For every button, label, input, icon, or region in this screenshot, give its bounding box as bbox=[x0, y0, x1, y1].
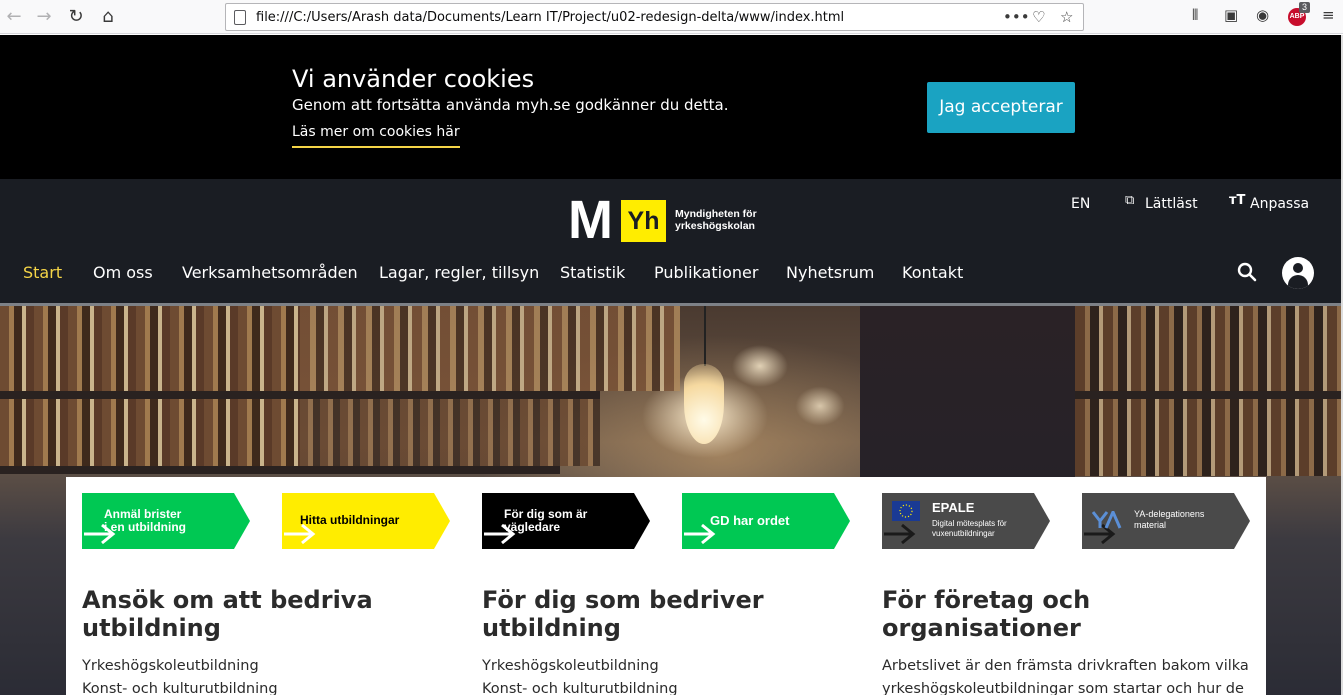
account-icon[interactable] bbox=[1282, 257, 1314, 289]
section-link[interactable]: Yrkeshögskoleutbildning bbox=[82, 658, 259, 674]
section-link[interactable]: Konst- och kulturutbildning bbox=[82, 681, 278, 695]
nav-publikationer[interactable]: Publikationer bbox=[654, 263, 758, 282]
nav-nyhetsrum[interactable]: Nyhetsrum bbox=[786, 263, 874, 282]
tile-label-line2: vägledare bbox=[504, 520, 561, 534]
shelf bbox=[0, 391, 600, 399]
account-toolbar-icon[interactable]: ◉ bbox=[1256, 6, 1269, 24]
bookshelf-middle-lower bbox=[300, 399, 600, 466]
section-link[interactable]: Konst- och kulturutbildning bbox=[482, 681, 678, 695]
tile-epale-subtitle-line2: vuxenutbildningar bbox=[932, 529, 995, 538]
home-icon[interactable]: ⌂ bbox=[96, 6, 120, 28]
nav-start[interactable]: Start bbox=[23, 263, 62, 282]
adblock-label: ABP bbox=[1289, 13, 1305, 20]
adblock-count-badge: 3 bbox=[1299, 2, 1311, 13]
reload-icon[interactable]: ↻ bbox=[64, 6, 88, 28]
section-title-line1: För dig som bedriver bbox=[482, 586, 764, 614]
page-actions-icon[interactable]: ••• bbox=[1003, 8, 1030, 26]
cookie-banner: Vi använder cookies Genom att fortsätta … bbox=[0, 35, 1343, 179]
tile-epale-subtitle-line1: Digital mötesplats för bbox=[932, 519, 1007, 528]
section-title-line1: För företag och bbox=[882, 586, 1091, 614]
section-title-line2: utbildning bbox=[82, 614, 221, 642]
tile-epale-title: EPALE bbox=[932, 500, 975, 515]
page-icon bbox=[234, 10, 246, 25]
tile-label-line1: YA-delegationens bbox=[1134, 509, 1205, 519]
back-icon[interactable]: ← bbox=[2, 6, 26, 28]
tile-label: Anmäl brister i en utbildning bbox=[104, 508, 186, 534]
section-title[interactable]: För företag och organisationer bbox=[882, 586, 1090, 642]
tile-epale-subtitle: Digital mötesplats för vuxenutbildningar bbox=[932, 519, 1007, 539]
logo-text-line2: yrkeshögskolan bbox=[675, 220, 755, 232]
tile-label-line2: material bbox=[1134, 520, 1167, 530]
content-card: Anmäl brister i en utbildning Hitta utbi… bbox=[66, 477, 1266, 695]
shelf bbox=[0, 466, 560, 474]
nav-statistik[interactable]: Statistik bbox=[560, 263, 625, 282]
ya-logo-icon bbox=[1092, 511, 1122, 529]
forward-icon[interactable]: → bbox=[32, 6, 56, 28]
language-link[interactable]: EN bbox=[1071, 196, 1090, 212]
customize-link[interactable]: Anpassa bbox=[1250, 196, 1309, 212]
tile-epale[interactable]: EPALE Digital mötesplats för vuxenutbild… bbox=[882, 493, 1050, 549]
site-header: M Yh Myndigheten för yrkeshögskolan EN ⧉… bbox=[0, 179, 1343, 305]
section-link[interactable]: Yrkeshögskoleutbildning bbox=[482, 658, 659, 674]
lamp-bulb bbox=[684, 364, 724, 444]
logo-text: Myndigheten för yrkeshögskolan bbox=[675, 208, 785, 232]
text-size-icon: ᴛT bbox=[1229, 193, 1246, 208]
section-title-line2: organisationer bbox=[882, 614, 1081, 642]
nav-verksamhetsomraden[interactable]: Verksamhetsområden bbox=[182, 263, 358, 282]
shelf bbox=[1075, 391, 1343, 399]
cookie-text: Genom att fortsätta använda myh.se godkä… bbox=[292, 96, 729, 114]
easy-read-link[interactable]: Lättläst bbox=[1145, 196, 1198, 212]
arrow-right-icon bbox=[884, 523, 916, 545]
menu-icon[interactable]: ≡ bbox=[1322, 6, 1335, 24]
logo-yh: Yh bbox=[621, 200, 666, 242]
accept-cookies-button[interactable]: Jag accepterar bbox=[927, 82, 1075, 133]
sidebar-icon[interactable]: ▣ bbox=[1224, 6, 1238, 24]
bookshelf-left bbox=[0, 306, 300, 466]
section-title-line2: utbildning bbox=[482, 614, 621, 642]
main-nav: Start Om oss Verksamhetsområden Lagar, r… bbox=[0, 263, 1343, 287]
eu-flag-icon bbox=[892, 501, 920, 521]
pocket-icon[interactable]: ♡ bbox=[1032, 8, 1045, 26]
section-title[interactable]: För dig som bedriver utbildning bbox=[482, 586, 764, 642]
browser-toolbar: ← → ↻ ⌂ file:///C:/Users/Arash data/Docu… bbox=[0, 0, 1343, 34]
bookmark-star-icon[interactable]: ☆ bbox=[1060, 8, 1073, 26]
tile-label-line2: i en utbildning bbox=[104, 520, 186, 534]
url-bar[interactable]: file:///C:/Users/Arash data/Documents/Le… bbox=[225, 3, 1084, 31]
tile-hitta-utbildningar[interactable]: Hitta utbildningar bbox=[282, 493, 450, 549]
nav-lagar[interactable]: Lagar, regler, tillsyn bbox=[379, 263, 539, 282]
url-text[interactable]: file:///C:/Users/Arash data/Documents/Le… bbox=[256, 10, 844, 25]
tile-anmal-brister[interactable]: Anmäl brister i en utbildning bbox=[82, 493, 250, 549]
section-text: Arbetslivet är den främsta drivkraften b… bbox=[882, 658, 1249, 674]
tile-label: GD har ordet bbox=[710, 513, 790, 528]
nav-om-oss[interactable]: Om oss bbox=[93, 263, 153, 282]
bookshelf-middle bbox=[300, 306, 680, 391]
tile-vagledare[interactable]: För dig som är vägledare bbox=[482, 493, 650, 549]
library-icon[interactable]: ⫴ bbox=[1192, 6, 1198, 24]
tile-gd-har-ordet[interactable]: GD har ordet bbox=[682, 493, 850, 549]
cookie-title: Vi använder cookies bbox=[292, 65, 535, 93]
tile-label: För dig som är vägledare bbox=[504, 508, 587, 534]
logo-m: M bbox=[568, 190, 613, 250]
nav-kontakt[interactable]: Kontakt bbox=[902, 263, 963, 282]
tile-label: Hitta utbildningar bbox=[300, 513, 400, 527]
tile-label: YA-delegationens material bbox=[1134, 509, 1204, 531]
logo-text-line1: Myndigheten för bbox=[675, 208, 757, 220]
section-title[interactable]: Ansök om att bedriva utbildning bbox=[82, 586, 373, 642]
easy-read-icon: ⧉ bbox=[1125, 193, 1135, 208]
lamp-cord bbox=[704, 306, 706, 366]
section-text: yrkeshögskoleutbildningar som startar oc… bbox=[882, 681, 1244, 695]
tile-ya-delegationen[interactable]: YA-delegationens material bbox=[1082, 493, 1250, 549]
cookie-info-link[interactable]: Läs mer om cookies här bbox=[292, 124, 460, 148]
search-icon[interactable] bbox=[1236, 261, 1258, 283]
section-title-line1: Ansök om att bedriva bbox=[82, 586, 373, 614]
